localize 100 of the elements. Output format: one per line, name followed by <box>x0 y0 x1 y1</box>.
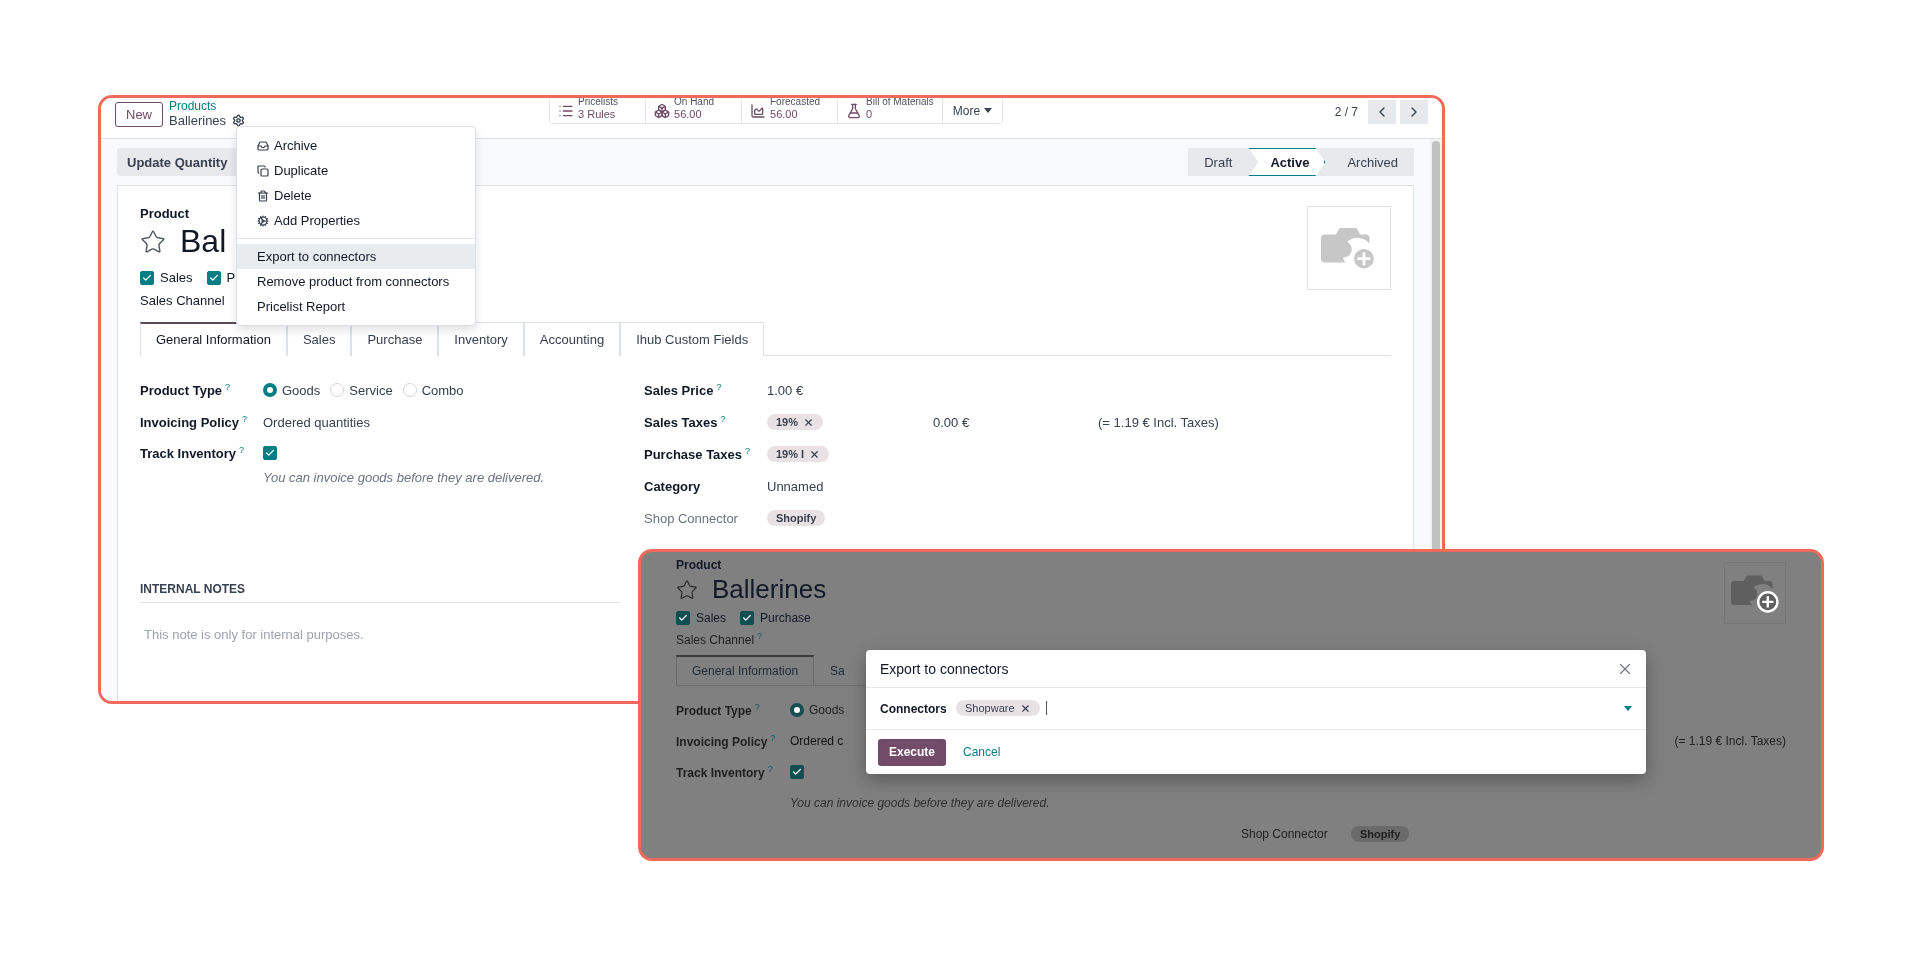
trash-icon <box>257 189 269 202</box>
field-label: Sales Channel <box>140 293 226 308</box>
checkbox[interactable] <box>740 611 755 625</box>
star-icon[interactable] <box>140 228 166 255</box>
tax-amount: 0.00 € <box>933 414 971 430</box>
remove-icon[interactable] <box>803 416 815 428</box>
field-value: Ordered c <box>790 733 844 748</box>
section-heading: INTERNAL NOTES <box>140 582 620 603</box>
copy-icon <box>257 164 269 177</box>
check-icon <box>208 272 219 283</box>
checkbox[interactable] <box>263 446 277 460</box>
field-value: Unnamed <box>767 478 824 494</box>
product-title: Bal <box>180 223 227 260</box>
menu-item[interactable]: Archive <box>237 133 475 158</box>
boxes-icon <box>654 102 670 119</box>
checkbox[interactable] <box>206 270 221 285</box>
tag: Shopify <box>767 510 826 526</box>
status-stage[interactable]: Draft <box>1188 148 1249 176</box>
checkbox[interactable] <box>676 611 690 625</box>
connectors-field[interactable]: Shopware <box>956 695 1632 722</box>
field-value: Ordered quantities <box>263 414 370 430</box>
settings-icon[interactable] <box>232 114 246 127</box>
tab[interactable]: Sa <box>814 655 861 685</box>
checkbox[interactable] <box>140 270 154 285</box>
menu-item[interactable]: Pricelist Report <box>237 294 475 319</box>
hint-text: You can invoice goods before they are delivered. <box>263 470 546 485</box>
new-button[interactable]: New <box>115 102 163 127</box>
status-stage[interactable]: Archived <box>1325 148 1414 176</box>
tag: 19% <box>767 414 824 430</box>
tag: 19% I <box>767 446 830 462</box>
field-caption: Product <box>140 206 191 221</box>
record-name: Ballerines <box>169 113 227 128</box>
caret-icon <box>1624 705 1632 711</box>
field-label: Sales Channel $^{?}$ <box>676 631 764 647</box>
check-icon <box>265 448 275 458</box>
field-label: Purchase Taxes $^{?}$ <box>644 445 752 463</box>
field-label: Connectors <box>880 701 948 716</box>
area-chart-icon <box>750 102 766 119</box>
menu-item[interactable]: Delete <box>237 183 475 208</box>
field-label: Invoicing Policy $^{?}$ <box>676 732 777 749</box>
field-label: Category <box>644 478 702 494</box>
field-caption: Product <box>676 558 723 572</box>
tab[interactable]: Ihub Custom Fields <box>620 322 765 356</box>
tab[interactable]: General Information <box>140 322 287 356</box>
star-icon[interactable] <box>676 578 698 601</box>
radio-label: Goods <box>809 702 845 717</box>
radio-button[interactable] <box>263 383 277 397</box>
product-title: Ballerines <box>712 574 827 605</box>
menu-item[interactable]: Add Properties <box>237 208 475 233</box>
dialog-title: Export to connectors <box>880 660 1009 677</box>
tab[interactable]: General Information <box>676 655 815 685</box>
tag: Shopware <box>956 700 1040 716</box>
tab[interactable]: Inventory <box>438 322 524 356</box>
remove-icon[interactable] <box>1019 702 1031 714</box>
field-label: Sales Taxes $^{?}$ <box>644 413 727 431</box>
field-value: 1.00 € <box>767 382 804 398</box>
field-label: Product Type $^{?}$ <box>676 701 761 718</box>
field-label: Shop Connector <box>644 510 739 526</box>
tab[interactable]: Accounting <box>523 322 621 356</box>
radio-label: Goods <box>282 382 321 398</box>
hint-text: You can invoice goods before they are delivered. <box>790 795 1050 810</box>
checkbox-label: Sales <box>696 611 727 625</box>
menu-item[interactable]: Duplicate <box>237 158 475 183</box>
field-label: Invoicing Policy $^{?}$ <box>140 413 248 431</box>
menu-item[interactable]: Export to connectors <box>237 244 475 269</box>
check-icon <box>142 272 152 283</box>
pager-counter: 2 / 7 <box>1334 105 1358 119</box>
tax-total: (= 1.19 € Incl. Taxes) <box>1098 414 1219 430</box>
checkbox-label: Sales <box>160 270 193 285</box>
checkbox-label: Purchase <box>760 611 811 625</box>
image-placeholder[interactable] <box>1724 562 1786 624</box>
checkbox[interactable] <box>790 764 804 779</box>
field-label: Track Inventory $^{?}$ <box>676 763 774 780</box>
checkbox-label: P <box>226 270 236 285</box>
status-stage[interactable]: Active <box>1248 148 1326 176</box>
tag: Shopify <box>1351 825 1410 842</box>
remove-icon[interactable] <box>809 448 821 460</box>
stat-button[interactable]: Pricelists 3 Rules <box>550 98 646 123</box>
field-label: Product Type $^{?}$ <box>140 381 232 399</box>
camera-plus-icon <box>1731 573 1779 613</box>
caret-icon <box>984 108 993 113</box>
menu-item[interactable]: Remove product from connectors <box>237 269 475 294</box>
radio-label: Service <box>349 382 393 398</box>
inbox-icon <box>257 139 269 152</box>
check-icon <box>678 613 688 623</box>
cancel-link[interactable]: Cancel <box>952 738 1012 766</box>
breadcrumb-link[interactable]: Products <box>169 99 549 113</box>
update-quantity-button[interactable]: Update Quantity <box>117 148 238 176</box>
check-icon <box>742 613 753 623</box>
tax-total: (= 1.19 € Incl. Taxes) <box>1674 733 1786 748</box>
execute-button[interactable]: Execute <box>878 738 947 766</box>
check-icon <box>792 766 802 777</box>
gears-icon <box>257 214 269 227</box>
radio-label: Combo <box>421 382 464 398</box>
camera-plus-icon <box>1321 225 1377 271</box>
field-label: Sales Price $^{?}$ <box>644 381 723 399</box>
radio-button[interactable] <box>790 702 804 717</box>
flask-icon <box>846 102 862 119</box>
field-label: Track Inventory $^{?}$ <box>140 444 246 462</box>
field-label: Shop Connector <box>1241 826 1329 841</box>
